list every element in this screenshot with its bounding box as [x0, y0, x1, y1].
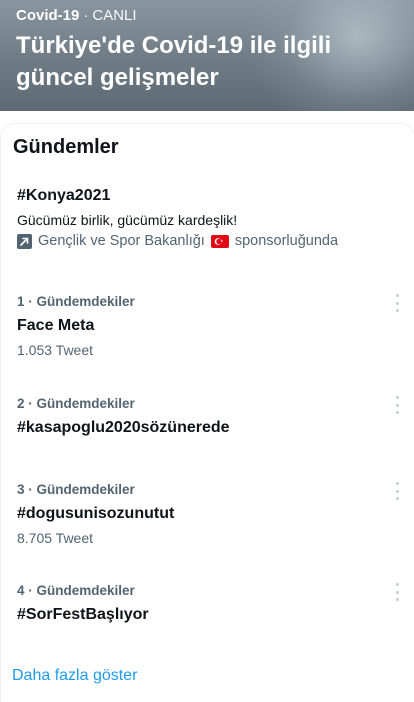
trend-item[interactable]: 1 · Gündemdekiler Face Meta 1.053 Tweet — [17, 294, 407, 358]
section-divider — [0, 111, 414, 123]
trend-name[interactable]: Face Meta — [17, 317, 407, 335]
trends-card: Gündemler #Konya2021 Gücümüz birlik, güc… — [0, 123, 414, 702]
trend-rank-label: 1 · Gündemdekiler — [17, 294, 135, 309]
show-more-link[interactable]: Daha fazla göster — [12, 667, 137, 685]
sponsor-suffix: sponsorluğunda — [234, 233, 339, 249]
trend-item[interactable]: 4 · Gündemdekiler #SorFestBaşlıyor — [17, 583, 407, 624]
hero-title[interactable]: Türkiye'de Covid-19 ile ilgili güncel ge… — [16, 30, 396, 94]
trend-count: 8.705 Tweet — [17, 530, 94, 546]
promoted-arrow-icon — [17, 233, 32, 249]
promoted-trend[interactable]: #Konya2021 Gücümüz birlik, gücümüz karde… — [17, 187, 407, 249]
sponsor-name: Gençlik ve Spor Bakanlığı — [38, 233, 205, 249]
more-options-icon[interactable] — [393, 294, 401, 312]
trend-item[interactable]: 3 · Gündemdekiler #dogusunisozunutut 8.7… — [17, 482, 407, 546]
more-options-icon[interactable] — [393, 583, 401, 601]
more-options-icon[interactable] — [393, 396, 401, 414]
hero-separator: · — [83, 7, 89, 24]
trend-rank-label: 4 · Gündemdekiler — [17, 583, 135, 598]
promoted-hashtag[interactable]: #Konya2021 — [17, 187, 407, 205]
turkey-flag-icon — [210, 234, 229, 248]
promoted-description: Gücümüz birlik, gücümüz kardeşlik! — [17, 212, 238, 228]
hero-live-status: CANLI — [92, 7, 137, 24]
hero-meta: Covid-19 · CANLI — [16, 7, 137, 24]
trend-name[interactable]: #dogusunisozunutut — [17, 505, 407, 523]
event-hero-banner[interactable]: Covid-19 · CANLI Türkiye'de Covid-19 ile i… — [0, 0, 414, 111]
trend-count: 1.053 Tweet — [17, 342, 94, 358]
trends-title: Gündemler — [13, 136, 119, 158]
trend-rank-label: 2 · Gündemdekiler — [17, 396, 135, 411]
more-options-icon[interactable] — [393, 482, 401, 500]
trend-name[interactable]: #SorFestBaşlıyor — [17, 606, 407, 624]
promoted-sponsor-line: Gençlik ve Spor Bakanlığı sponsorluğunda — [17, 233, 407, 249]
trend-item[interactable]: 2 · Gündemdekiler #kasapoglu2020sözünere… — [17, 396, 407, 437]
hero-topic: Covid-19 — [16, 7, 80, 24]
trend-rank-label: 3 · Gündemdekiler — [17, 482, 135, 497]
trend-name[interactable]: #kasapoglu2020sözünerede — [17, 419, 407, 437]
